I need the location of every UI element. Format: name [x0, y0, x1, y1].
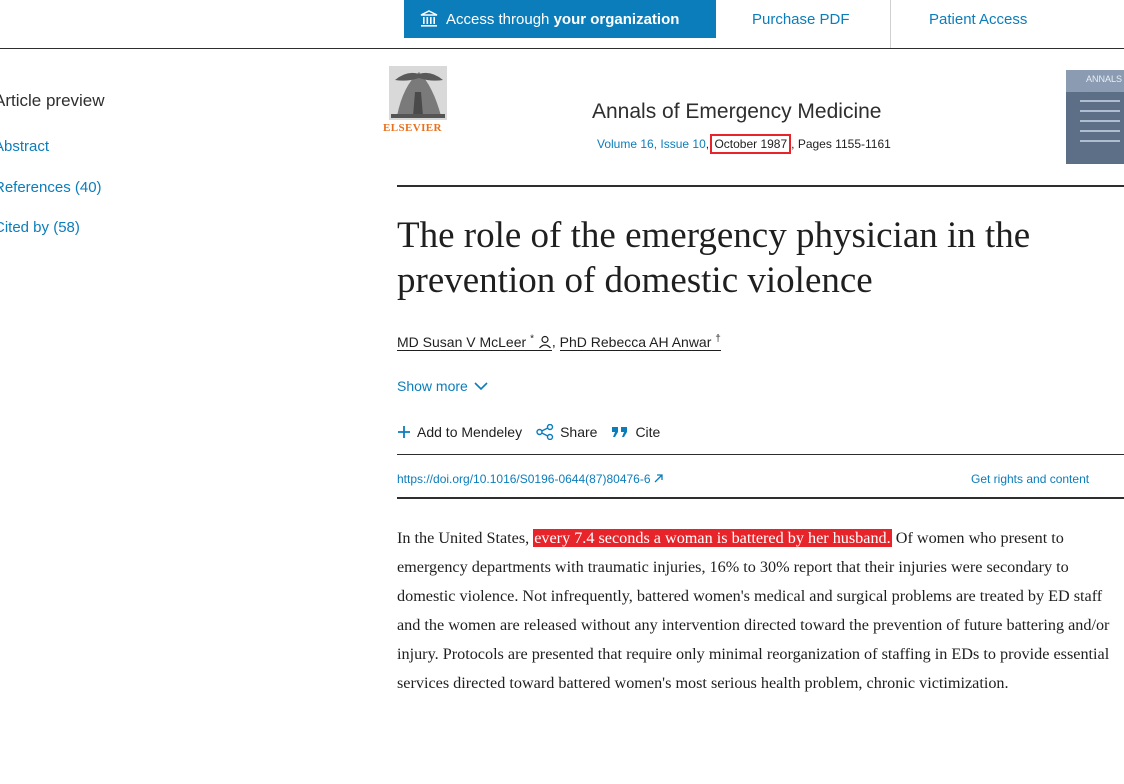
doi-link[interactable]: https://doi.org/10.1016/S0196-0644(87)80…	[397, 472, 663, 486]
external-link-icon	[654, 474, 663, 483]
abstract-text: In the United States, every 7.4 seconds …	[397, 529, 1110, 692]
add-to-mendeley-button[interactable]: Add to Mendeley	[397, 424, 522, 440]
page-range: , Pages 1155-1161	[791, 137, 891, 151]
sidebar-item-abstract[interactable]: Abstract	[0, 138, 49, 155]
divider	[890, 0, 891, 48]
purchase-pdf-button[interactable]: Purchase PDF	[752, 0, 850, 38]
quote-icon	[612, 427, 628, 437]
sidebar-item-references[interactable]: References (40)	[0, 179, 102, 196]
journal-cover-thumbnail[interactable]: ANNALS	[1066, 70, 1124, 164]
doi-divider-bottom	[397, 497, 1124, 499]
share-icon	[536, 424, 554, 440]
chevron-down-icon	[474, 382, 488, 391]
volume-issue-link[interactable]: Volume 16, Issue 10	[597, 137, 706, 151]
journal-issue-info: Volume 16, Issue 10, October 1987, Pages…	[597, 134, 891, 154]
patient-access-button[interactable]: Patient Access	[929, 0, 1027, 38]
cover-line	[1080, 140, 1120, 142]
cover-line	[1080, 120, 1120, 122]
person-icon	[538, 335, 551, 349]
author-link[interactable]: PhD Rebecca AH Anwar †	[559, 333, 721, 351]
date-separator: ,	[705, 137, 710, 151]
plus-icon	[398, 426, 410, 438]
cover-line	[1080, 110, 1120, 112]
cover-label: ANNALS	[1086, 74, 1123, 84]
publisher-wordmark: ELSEVIER	[383, 122, 442, 134]
journal-title[interactable]: Annals of Emergency Medicine	[592, 100, 881, 124]
sidebar-title: Article preview	[0, 91, 105, 110]
article-title: The role of the emergency physician in t…	[397, 215, 1031, 301]
cover-line	[1080, 130, 1120, 132]
institution-icon	[420, 10, 438, 27]
share-label: Share	[560, 424, 598, 440]
cite-button[interactable]: Cite	[611, 424, 660, 440]
access-label: Access through your organization	[446, 10, 680, 28]
publication-date: October 1987	[710, 134, 792, 154]
mendeley-label: Add to Mendeley	[417, 424, 523, 440]
cite-label: Cite	[635, 424, 661, 440]
article-actions: Add to Mendeley Share Cite	[397, 424, 674, 440]
author-separator: ,	[551, 333, 556, 350]
doi-divider-top	[397, 454, 1124, 455]
cover-line	[1080, 100, 1120, 102]
access-through-organization-button[interactable]: Access through your organization	[404, 0, 716, 38]
share-button[interactable]: Share	[536, 424, 597, 440]
show-more-label: Show more	[397, 378, 468, 394]
sidebar-item-cited-by[interactable]: Cited by (58)	[0, 219, 80, 236]
show-more-button[interactable]: Show more	[397, 378, 488, 394]
header-divider	[397, 185, 1124, 187]
get-rights-link[interactable]: Get rights and content	[971, 472, 1089, 486]
author-link[interactable]: MD Susan V McLeer *	[397, 333, 552, 351]
author-list: MD Susan V McLeer * , PhD Rebecca AH Anw…	[397, 333, 721, 351]
highlighted-text: every 7.4 seconds a woman is battered by…	[533, 529, 892, 547]
access-bar: Access through your organization Purchas…	[0, 0, 1124, 49]
